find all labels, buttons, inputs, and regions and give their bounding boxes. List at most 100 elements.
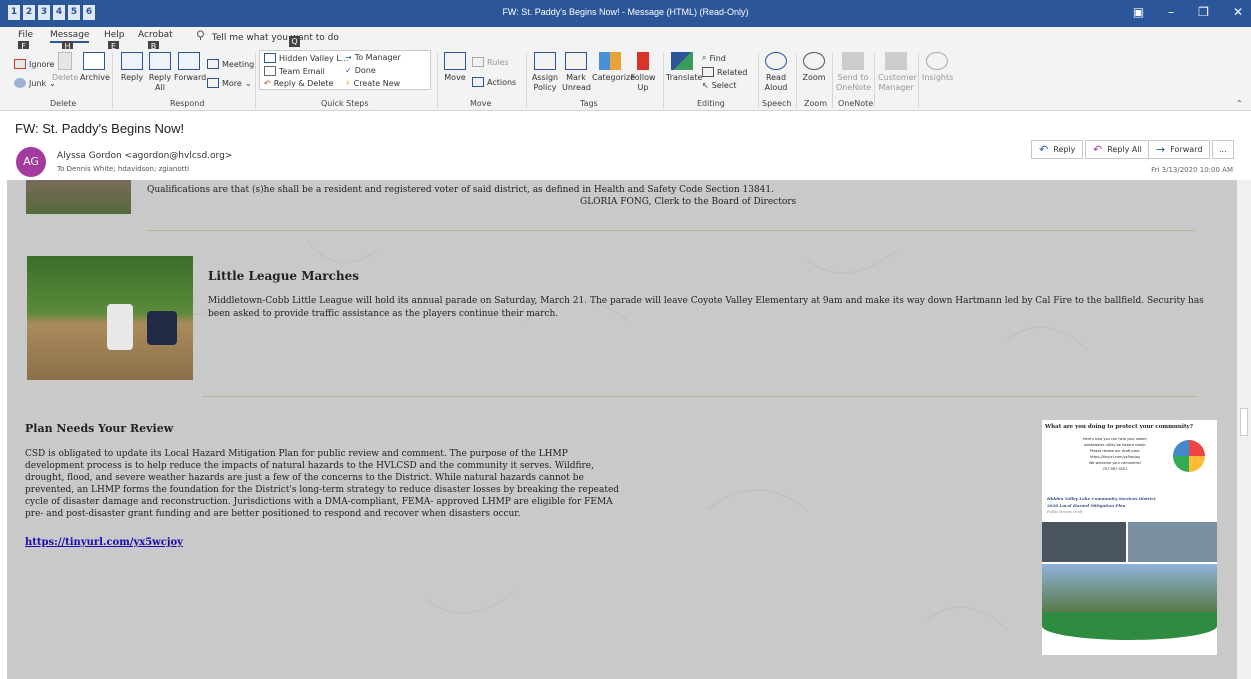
related-icon — [702, 67, 714, 77]
customer-manager-button[interactable]: Customer Manager — [878, 52, 917, 93]
news-photo — [26, 180, 131, 214]
keytip-tellme: Q — [289, 36, 300, 47]
categorize-icon — [599, 52, 621, 70]
group-separator — [874, 53, 875, 108]
reply-all-action-button[interactable]: ↶ Reply All — [1085, 140, 1150, 159]
avatar[interactable]: AG — [16, 147, 46, 177]
insights-icon — [926, 52, 948, 70]
group-separator — [437, 53, 438, 108]
related-button[interactable]: Related — [702, 67, 747, 77]
flyer-logo — [1173, 440, 1205, 472]
actions-button[interactable]: Actions — [472, 77, 516, 87]
forward-action-button[interactable]: → Forward — [1148, 140, 1211, 159]
scrollbar-thumb[interactable] — [1240, 408, 1248, 436]
tab-acrobat[interactable]: Acrobat — [138, 30, 173, 40]
actions-icon — [472, 77, 484, 87]
reply-all-icon — [149, 52, 171, 70]
read-aloud-button[interactable]: Read Aloud — [762, 52, 790, 93]
quickstep-reply-delete[interactable]: ↶ Reply & Delete — [264, 79, 333, 88]
plan-text: CSD is obligated to update its Local Haz… — [25, 449, 620, 519]
flag-icon — [637, 52, 649, 70]
quickstep-create-new[interactable]: ⚡ Create New — [345, 79, 400, 88]
forward-icon — [178, 52, 200, 70]
magnifier-icon — [803, 52, 825, 70]
ignore-icon — [14, 59, 26, 69]
delete-icon — [58, 52, 72, 70]
mail-icon — [264, 66, 276, 76]
search-icon: ⌕ — [702, 53, 707, 62]
select-button[interactable]: ↖ Select — [702, 81, 736, 90]
flyer-subtitle: Public Review Draft — [1047, 510, 1083, 514]
ribbon-display-icon[interactable]: ▣ — [1133, 5, 1144, 19]
group-editing: Editing — [697, 99, 725, 108]
quickstep-team-email[interactable]: Team Email — [264, 66, 325, 76]
group-move: Move — [470, 99, 492, 108]
assign-policy-button[interactable]: Assign Policy — [530, 52, 560, 93]
reply-all-button[interactable]: Reply All — [146, 52, 174, 93]
forward-button[interactable]: Forward — [174, 52, 206, 83]
group-tags: Tags — [580, 99, 598, 108]
reply-delete-icon: ↶ — [264, 79, 271, 88]
tab-help[interactable]: Help — [104, 30, 125, 40]
group-separator — [112, 53, 113, 108]
find-button[interactable]: ⌕ Find — [702, 53, 726, 63]
ignore-button[interactable]: Ignore — [14, 59, 54, 69]
sender[interactable]: Alyssa Gordon <agordon@hvlcsd.org> — [57, 151, 232, 161]
categorize-button[interactable]: Categorize — [592, 52, 635, 83]
quickstep-to-manager[interactable]: → To Manager — [345, 53, 401, 62]
meeting-label: Meeting — [222, 59, 255, 69]
reply-action-button[interactable]: ↶ Reply — [1031, 140, 1084, 159]
tell-me-search[interactable]: Tell me what you want to do — [196, 30, 339, 43]
plan-title: Plan Needs Your Review — [25, 422, 174, 435]
follow-up-button[interactable]: Follow Up — [630, 52, 656, 93]
group-separator — [832, 53, 833, 108]
flyer-lines: Here's how you can help your water/waste… — [1082, 437, 1148, 471]
flyer-swoosh — [1042, 612, 1217, 640]
quickstep-hidden-valley[interactable]: Hidden Valley L... — [264, 53, 348, 63]
mark-unread-button[interactable]: Mark Unread — [562, 52, 591, 93]
message-subject: FW: St. Paddy's Begins Now! — [15, 121, 185, 136]
zoom-button[interactable]: Zoom — [800, 52, 828, 83]
collapse-ribbon-icon[interactable]: ⌃ — [1236, 99, 1243, 108]
reply-icon — [121, 52, 143, 70]
insights-button[interactable]: Insights — [922, 52, 953, 83]
restore-icon[interactable]: ❐ — [1198, 5, 1209, 19]
delete-button[interactable]: Delete — [52, 52, 78, 83]
lhmp-flyer: What are you doing to protect your commu… — [1042, 420, 1217, 655]
reply-icon: ↶ — [1039, 143, 1049, 156]
minimize-icon[interactable]: – — [1168, 5, 1174, 19]
envelope-icon — [565, 52, 587, 70]
league-text: Middletown-Cobb Little League will hold … — [208, 296, 1204, 319]
tab-file[interactable]: File — [18, 30, 33, 40]
archive-button[interactable]: Archive — [80, 52, 110, 83]
move-icon — [444, 52, 466, 70]
recipients[interactable]: To Dennis White; hdavidson; zgianotti — [57, 165, 189, 173]
plan-link[interactable]: https://tinyurl.com/yx5wcjoy — [25, 537, 183, 548]
rules-button[interactable]: Rules — [472, 57, 509, 67]
news-signature: GLORIA FONG, Clerk to the Board of Direc… — [580, 197, 797, 207]
news-text: Qualifications are that (s)he shall be a… — [147, 185, 774, 195]
group-quick-steps: Quick Steps — [321, 99, 369, 108]
translate-icon — [671, 52, 693, 70]
divider — [202, 396, 1197, 397]
customer-manager-icon — [885, 52, 907, 70]
move-button[interactable]: Move — [443, 52, 467, 83]
junk-button[interactable]: Junk ⌄ — [14, 78, 56, 88]
forward-icon: → — [1156, 143, 1166, 156]
flyer-title: Hidden Valley Lake Community Services Di… — [1047, 496, 1156, 501]
policy-icon — [534, 52, 556, 70]
calendar-icon — [207, 59, 219, 69]
junk-icon — [14, 78, 26, 88]
translate-button[interactable]: Translate — [666, 52, 702, 83]
group-separator — [255, 53, 256, 108]
more-actions-button[interactable]: ... — [1212, 140, 1234, 159]
flyer-photo — [1128, 522, 1217, 562]
reply-button[interactable]: Reply — [118, 52, 146, 83]
more-respond-button[interactable]: More ⌄ — [207, 78, 252, 88]
group-separator — [796, 53, 797, 108]
close-icon[interactable]: ✕ — [1233, 5, 1243, 19]
flyer-heading: What are you doing to protect your commu… — [1045, 424, 1193, 430]
quickstep-done[interactable]: ✓ Done — [345, 66, 376, 75]
send-to-onenote-button[interactable]: Send to OneNote — [836, 52, 871, 93]
meeting-button[interactable]: Meeting — [207, 59, 254, 69]
